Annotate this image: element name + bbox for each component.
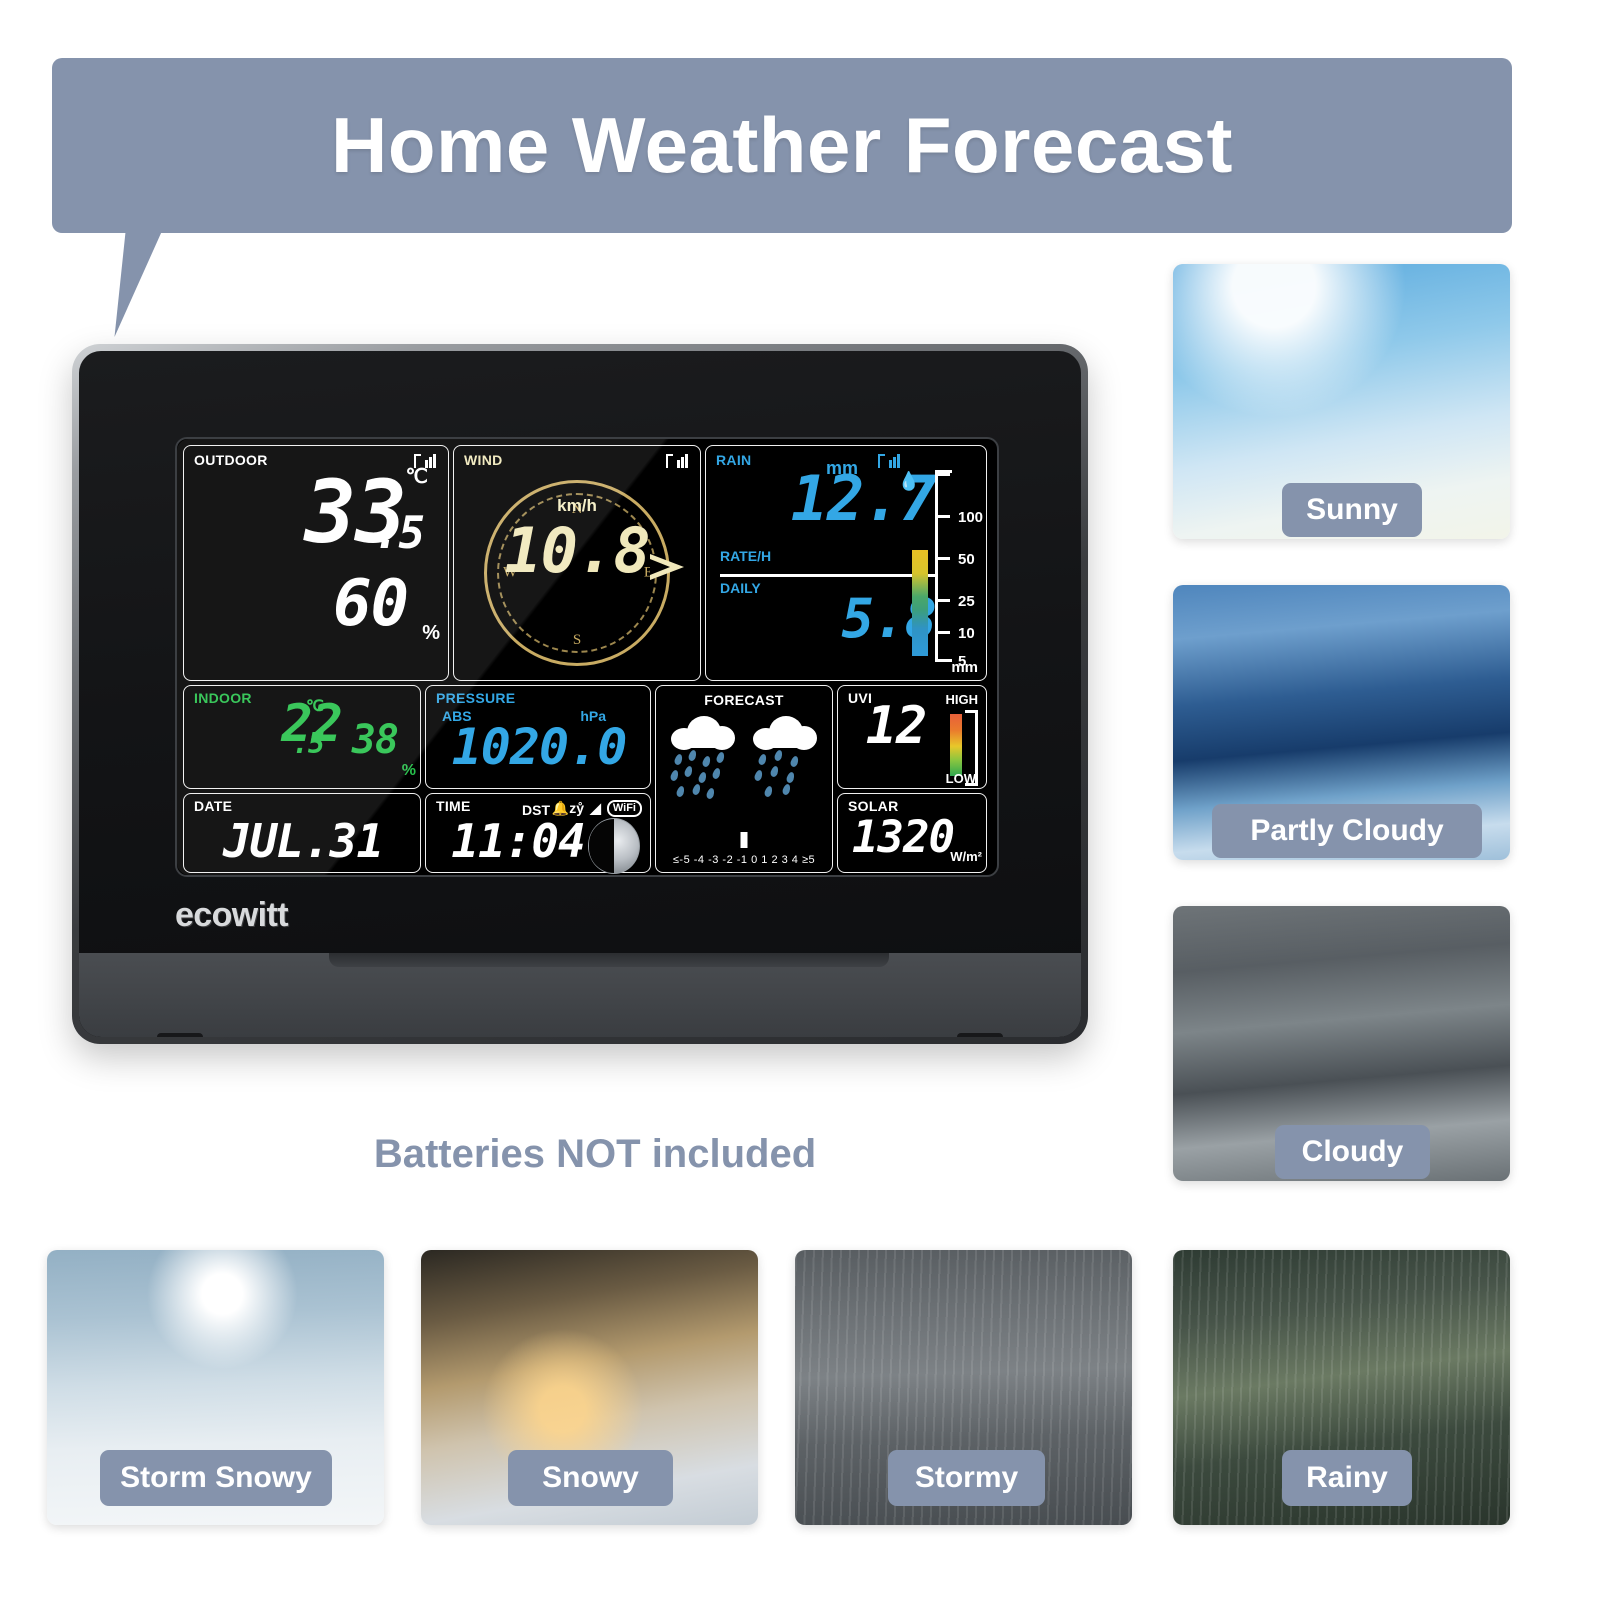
date-value: JUL.31 (222, 814, 384, 868)
panel-rain: RAIN mm 12.7 RATE/H DAILY 5.8 💧 100 50 2… (705, 445, 987, 681)
rain-scale-tick: 25 (958, 593, 975, 610)
rain-scale-tick: 100 (958, 509, 984, 526)
wifi-badge-icon: WiFi (606, 800, 642, 817)
forecast-label: FORECAST (704, 692, 784, 708)
signal-bars-icon (666, 454, 688, 468)
base-notch (329, 953, 889, 967)
panel-outdoor: OUTDOOR 33 .5 ℃ 60 % (183, 445, 449, 681)
rain-drop-icon: 💧 (897, 471, 920, 491)
uvi-high-label: HIGH (945, 692, 979, 707)
rain-level-bar (912, 550, 928, 656)
batteries-note: Batteries NOT included (373, 1132, 817, 1176)
rain-scale-tick: 50 (958, 551, 975, 568)
outdoor-humidity-unit: % (422, 622, 440, 644)
wind-direction-arrow-icon (650, 554, 684, 580)
rain-scale-tick: 10 (958, 625, 975, 642)
forecast-icon-group (656, 716, 832, 802)
rain-daily-label: DAILY (720, 580, 761, 596)
rain-label: RAIN (716, 452, 752, 468)
photo-label-cloudy: Cloudy (1275, 1125, 1430, 1179)
indoor-temperature-decimal: .5 (292, 727, 325, 760)
pressure-trend-marker (740, 832, 748, 848)
uvi-value: 12 (865, 696, 928, 756)
banner-pointer-tail (114, 232, 262, 337)
panel-date: DATE JUL.31 (183, 793, 421, 873)
indoor-humidity-value: 38 (351, 717, 399, 763)
device-foot-left (157, 1033, 203, 1037)
outdoor-humidity-value: 60 (332, 567, 409, 641)
solar-value: 1320 (852, 812, 955, 863)
time-label: TIME (436, 798, 471, 814)
outdoor-label: OUTDOOR (194, 452, 268, 468)
page-title: Home Weather Forecast (330, 101, 1233, 189)
indoor-humidity-unit: % (401, 762, 416, 779)
photo-label-partly-cloudy: Partly Cloudy (1212, 804, 1482, 858)
uvi-level-bar (950, 714, 962, 776)
outdoor-temperature-unit: ℃ (405, 466, 428, 488)
solar-unit-label: W/m² (950, 849, 982, 864)
rain-daily-value: 5.8 (841, 587, 937, 650)
panel-solar: SOLAR 1320 W/m² (837, 793, 987, 873)
panel-indoor: INDOOR 22 .5 ℃ 38 % (183, 685, 421, 789)
rain-scale-unit: mm (951, 659, 978, 676)
time-value: 11:04 (451, 814, 585, 868)
photo-label-sunny: Sunny (1282, 483, 1422, 537)
panel-pressure: PRESSURE ABS hPa 1020.0 (425, 685, 651, 789)
moon-phase-icon (588, 818, 640, 874)
weather-station-device: OUTDOOR 33 .5 ℃ 60 % WIND N S W E km/h 1… (72, 344, 1088, 1044)
uvi-low-label: LOW (945, 771, 976, 786)
photo-label-snowy: Snowy (508, 1450, 673, 1506)
pressure-value: 1020.0 (451, 718, 628, 776)
panel-forecast: FORECAST ≤-5 -4 -3 -2 -1 0 1 2 3 4 ≥5 (655, 685, 833, 873)
pressure-trend-scale: ≤-5 -4 -3 -2 -1 0 1 2 3 4 ≥5 (672, 854, 816, 866)
indoor-temperature-unit: ℃ (306, 698, 324, 715)
header-banner: Home Weather Forecast (52, 58, 1512, 233)
device-stand-base (79, 953, 1081, 1037)
banner-background: Home Weather Forecast (52, 58, 1512, 233)
pressure-label: PRESSURE (436, 690, 516, 706)
rainy-cloud-icon (749, 716, 821, 802)
outdoor-temperature-decimal: .5 (373, 508, 425, 559)
lcd-screen: OUTDOOR 33 .5 ℃ 60 % WIND N S W E km/h 1… (175, 437, 999, 877)
wind-label: WIND (464, 452, 503, 468)
wind-unit-label: km/h (557, 496, 597, 515)
device-front-panel: OUTDOOR 33 .5 ℃ 60 % WIND N S W E km/h 1… (79, 351, 1081, 1037)
panel-uvi: UVI HIGH 12 LOW (837, 685, 987, 789)
date-label: DATE (194, 798, 233, 814)
brand-logo: ecowitt (175, 896, 289, 934)
rainy-cloud-icon (667, 716, 739, 802)
rain-rate-label: RATE/H (720, 548, 772, 564)
photo-label-storm-snowy: Storm Snowy (100, 1450, 332, 1506)
compass-south-label: S (572, 632, 582, 648)
rain-divider (720, 574, 938, 577)
wifi-signal-icon: ◢ (590, 800, 601, 816)
panel-wind: WIND N S W E km/h 10.8 (453, 445, 701, 681)
photo-label-rainy: Rainy (1282, 1450, 1412, 1506)
rain-scale-axis: 💧 100 50 25 10 5 (898, 470, 983, 670)
device-foot-right (957, 1033, 1003, 1037)
photo-label-stormy: Stormy (888, 1450, 1045, 1506)
panel-time: TIME DST 🔔zẙ ◢ WiFi 11:04 (425, 793, 651, 874)
